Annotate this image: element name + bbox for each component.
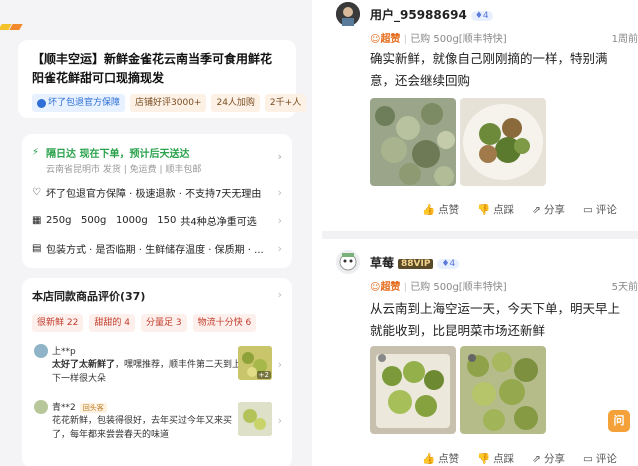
level-badge: ♦4 [437,258,460,269]
chevron-right-icon: › [277,242,282,255]
cart-count-tag: 24人加购 [211,94,260,112]
package-text: 包装方式 · 是否临期 · 生鲜储存温度 · 保质期 · ... [46,244,264,256]
post-time: 5天前 [611,282,638,293]
store-reviews-card: 本店同款商品评价(37) › 很新鲜 22 甜甜的 4 分量足 3 物流十分快 … [22,278,292,466]
comment-icon: ▭ [582,203,593,216]
thumbs-down-icon: 👎 [477,453,491,465]
review-photo[interactable] [370,98,456,186]
comment-button[interactable]: ▭ 评论 [583,451,617,466]
shipping-subtitle: 云南省昆明市 发货 | 免运费 | 顺丰包邮 [46,165,202,175]
thumbs-down-icon: 👎 [477,204,491,216]
chevron-right-icon: › [277,214,282,227]
share-icon: ⇗ [532,452,541,465]
chevron-right-icon: › [277,414,282,427]
store-rating-tag: 店铺好评3000+ [130,94,207,112]
post-meta: ☺超赞 | 已购 500g[顺丰特快] 1周前 [370,30,638,45]
shipping-row[interactable]: ⚡ 隔日达 现在下单，预计后天送达 › [32,142,282,163]
specs-row[interactable]: ▦ 250g 500g 1000g 150 共4种总净重可选 › [32,206,282,234]
post-text: 从云南到上海空运一天，今天下单，明天早上就能收到，比昆明菜市场还新鲜 [370,301,621,338]
like-button[interactable]: 👍 点赞 [422,451,459,466]
avatar[interactable] [336,2,360,26]
share-button[interactable]: ⇗ 分享 [532,202,565,217]
review-post: 用户_95988694 ♦4 ☺超赞 | 已购 500g[顺丰特快] 1周前 确实… [312,0,638,231]
guarantee-tag[interactable]: 坏了包退官方保障 [32,94,126,112]
review-tag[interactable]: 甜甜的 4 [89,314,135,332]
review-feed: 用户_95988694 ♦4 ☺超赞 | 已购 500g[顺丰特快] 1周前 确实… [312,0,638,466]
thumbs-up-icon: 👍 [422,204,436,216]
review-photo[interactable] [460,346,546,434]
package-row[interactable]: ▤ 包装方式 · 是否临期 · 生鲜储存温度 · 保质期 · ... › [32,234,282,262]
post-time: 1周前 [611,34,638,45]
comment-button[interactable]: ▭ 评论 [583,202,617,217]
post-meta: ☺超赞 | 已购 500g[顺丰特快] 5天前 [370,278,638,293]
lightning-icon: ⚡ [32,146,40,158]
smile-icon: ☺ [370,34,381,45]
review-tag[interactable]: 很新鲜 22 [32,314,84,332]
review-photo[interactable] [238,402,272,436]
guarantee-row[interactable]: ♡ 坏了包退官方保障 · 极速退款 · 不支持7天无理由 › [32,178,282,206]
review-tag[interactable]: 分量足 3 [140,314,187,332]
chevron-right-icon: › [277,186,282,199]
clipboard-icon: ▤ [32,242,42,254]
rating-badge: ☺超赞 [370,34,401,45]
returning-customer-badge: 回头客 [79,403,107,413]
post-divider [322,231,638,239]
post-username[interactable]: 草莓 88VIP ♦4 [370,254,460,271]
corner-decoration [0,24,30,34]
level-badge: ♦4 [470,10,493,21]
review-item[interactable]: 青**2 回头客 花花新鲜，包装得很好，去年买过今年又来买了，每年都来尝尝春天的味… [32,400,282,444]
chevron-right-icon: › [277,358,282,371]
like-button[interactable]: 👍 点赞 [422,202,459,217]
product-detail-panel: 【顺丰空运】新鲜金雀花云南当季可食用鲜花阳雀花鲜甜可口现摘现发 坏了包退官方保障… [0,0,312,466]
shipping-title: 隔日达 现在下单，预计后天送达 [46,148,190,160]
rating-badge: ☺超赞 [370,282,401,293]
product-title-card: 【顺丰空运】新鲜金雀花云南当季可食用鲜花阳雀花鲜甜可口现摘现发 坏了包退官方保障… [18,40,307,118]
post-text: 确实新鲜，就像自己刚刚摘的一样，特别满意，还会继续回购 [370,51,608,88]
guarantee-text: 坏了包退官方保障 · 极速退款 · 不支持7天无理由 [46,188,262,200]
product-info-card: ⚡ 隔日达 现在下单，预计后天送达 › 云南省昆明市 发货 | 免运费 | 顺丰… [22,134,292,268]
chevron-right-icon[interactable]: › [278,288,282,301]
chevron-right-icon: › [277,150,282,162]
shield-icon [37,98,46,108]
share-icon: ⇗ [532,203,541,216]
sales-count-tag: 2千+人 [264,94,307,112]
photo-count: +2 [256,371,271,379]
post-actions: 👍 点赞 👎 点踩 ⇗ 分享 ▭ 评论 [422,202,638,217]
ask-question-button[interactable]: 问 [608,410,630,432]
specs-options: 250g 500g 1000g 150 [46,214,177,226]
review-user: 青**2 回头客 [52,400,107,413]
product-tags: 坏了包退官方保障 店铺好评3000+ 24人加购 2千+人 [32,94,307,112]
review-photo[interactable] [370,346,456,434]
dislike-button[interactable]: 👎 点踩 [477,451,514,466]
smile-icon: ☺ [370,282,381,293]
avatar[interactable] [336,250,360,274]
share-button[interactable]: ⇗ 分享 [532,451,565,466]
review-post: 草莓 88VIP ♦4 ☺超赞 | 已购 500g[顺丰特快] 5天前 从云南到上海… [312,250,638,466]
review-tags: 很新鲜 22 甜甜的 4 分量足 3 物流十分快 6 [32,314,282,332]
avatar [34,400,48,414]
review-item[interactable]: 上**p 太好了太新鲜了，嘿嘿推荐，顺丰件第二天到上下一样很大朵 +2 › [32,344,282,388]
review-photo[interactable]: +2 [238,346,272,380]
product-title: 【顺丰空运】新鲜金雀花云南当季可食用鲜花阳雀花鲜甜可口现摘现发 [32,52,273,85]
review-user: 上**p [52,347,76,357]
specs-count: 共4种总净重可选 [180,216,257,228]
vip-badge: 88VIP [398,258,434,269]
grid-icon: ▦ [32,214,42,226]
heart-shield-icon: ♡ [32,186,41,198]
review-tag[interactable]: 物流十分快 6 [192,314,257,332]
review-photo[interactable] [460,98,546,186]
review-text: 太好了太新鲜了，嘿嘿推荐，顺丰件第二天到上下一样很大朵 [52,360,242,384]
dislike-button[interactable]: 👎 点踩 [477,202,514,217]
reviews-title[interactable]: 本店同款商品评价(37) [32,288,282,308]
review-text: 花花新鲜，包装得很好，去年买过今年又来买了，每年都来尝尝春天的味道 [52,416,233,440]
comment-icon: ▭ [582,452,593,465]
post-username[interactable]: 用户_95988694 ♦4 [370,6,493,23]
avatar [34,344,48,358]
thumbs-up-icon: 👍 [422,453,436,465]
post-actions: 👍 点赞 👎 点踩 ⇗ 分享 ▭ 评论 [422,451,638,466]
